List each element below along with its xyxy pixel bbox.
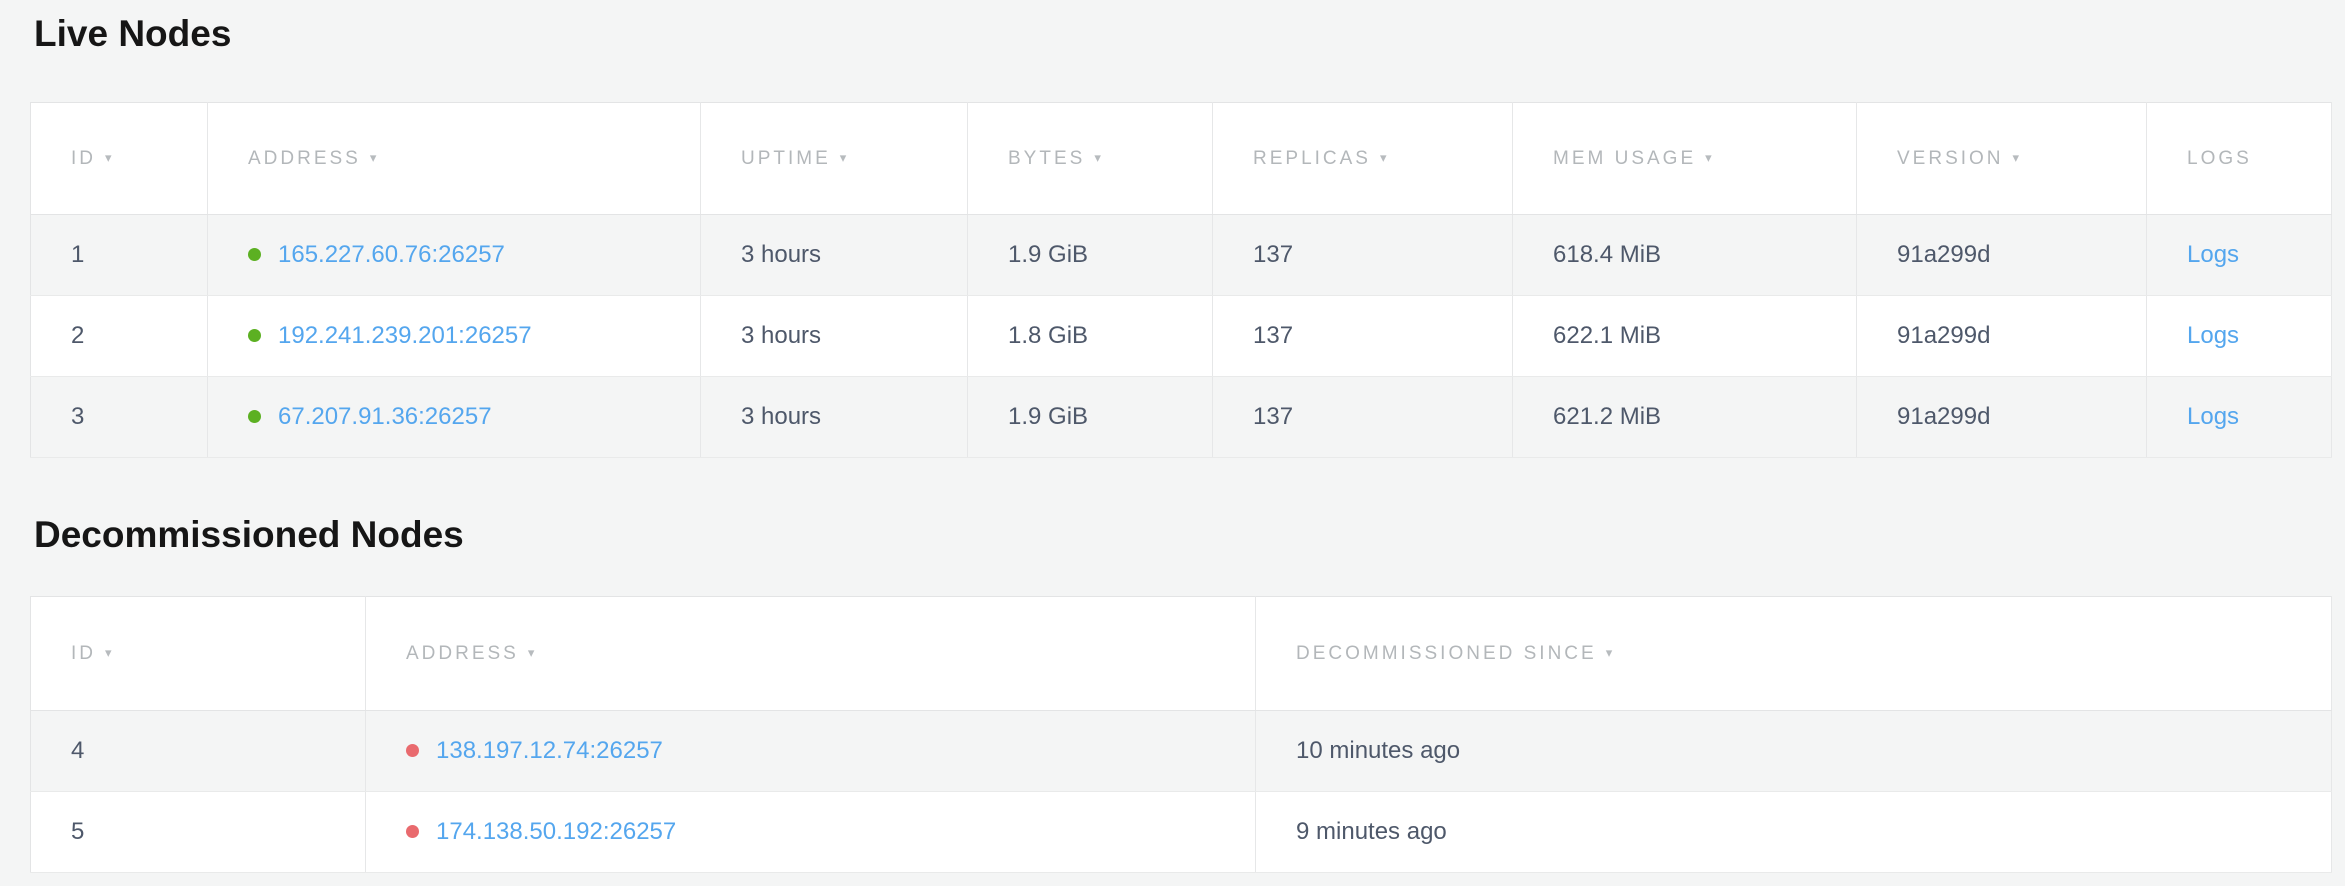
cell-address: 138.197.12.74:26257 — [366, 711, 1256, 792]
cell-node-id: 1 — [31, 215, 208, 296]
decommissioned-nodes-table: ID ▾ ADDRESS ▾ DECOMMISSIONED SINCE ▾ 4 138… — [30, 596, 2332, 873]
cell-node-id: 2 — [31, 296, 208, 377]
column-header-address[interactable]: ADDRESS ▾ — [208, 103, 701, 215]
cell-address: 165.227.60.76:26257 — [208, 215, 701, 296]
cell-version: 91a299d — [1857, 296, 2147, 377]
column-header-replicas[interactable]: REPLICAS ▾ — [1213, 103, 1513, 215]
column-header-label: REPLICAS — [1253, 148, 1371, 169]
sort-arrow-icon: ▾ — [370, 150, 380, 165]
cell-mem-usage: 618.4 MiB — [1513, 215, 1857, 296]
cell-uptime: 3 hours — [701, 296, 968, 377]
decommissioned-header-row: ID ▾ ADDRESS ▾ DECOMMISSIONED SINCE ▾ — [31, 597, 2332, 711]
table-row: 5 174.138.50.192:26257 9 minutes ago — [31, 792, 2332, 873]
table-row: 4 138.197.12.74:26257 10 minutes ago — [31, 711, 2332, 792]
live-nodes-title: Live Nodes — [34, 12, 2345, 56]
nodes-page: Live Nodes ID ▾ ADDRESS ▾ UPTIME ▾ BYTES ▾ R… — [0, 0, 2345, 873]
cell-decommissioned-since: 10 minutes ago — [1256, 711, 2332, 792]
column-header-label: UPTIME — [741, 148, 831, 169]
column-header-bytes[interactable]: BYTES ▾ — [968, 103, 1213, 215]
cell-version: 91a299d — [1857, 215, 2147, 296]
node-address-link[interactable]: 67.207.91.36:26257 — [278, 403, 492, 430]
node-logs-link[interactable]: Logs — [2187, 241, 2239, 268]
sort-arrow-icon: ▾ — [1606, 645, 1616, 660]
cell-logs: Logs — [2147, 215, 2332, 296]
cell-mem-usage: 622.1 MiB — [1513, 296, 1857, 377]
column-header-label: ID — [71, 643, 96, 664]
live-status-dot — [248, 329, 261, 342]
sort-arrow-icon: ▾ — [105, 150, 115, 165]
column-header-id[interactable]: ID ▾ — [31, 597, 366, 711]
sort-arrow-icon: ▾ — [2013, 150, 2023, 165]
node-address-link[interactable]: 174.138.50.192:26257 — [436, 818, 676, 845]
live-nodes-table: ID ▾ ADDRESS ▾ UPTIME ▾ BYTES ▾ REPLICAS ▾ ME… — [30, 102, 2332, 458]
column-header-label: BYTES — [1008, 148, 1085, 169]
live-status-dot — [248, 248, 261, 261]
cell-replicas: 137 — [1213, 215, 1513, 296]
sort-arrow-icon: ▾ — [105, 645, 115, 660]
sort-arrow-icon: ▾ — [1094, 150, 1104, 165]
sort-arrow-icon: ▾ — [840, 150, 850, 165]
node-logs-link[interactable]: Logs — [2187, 403, 2239, 430]
column-header-address[interactable]: ADDRESS ▾ — [366, 597, 1256, 711]
cell-version: 91a299d — [1857, 377, 2147, 458]
column-header-logs: LOGS — [2147, 103, 2332, 215]
column-header-label: MEM USAGE — [1553, 148, 1696, 169]
sort-arrow-icon: ▾ — [528, 645, 538, 660]
cell-uptime: 3 hours — [701, 377, 968, 458]
column-header-uptime[interactable]: UPTIME ▾ — [701, 103, 968, 215]
decommissioned-status-dot — [406, 744, 419, 757]
decommissioned-status-dot — [406, 825, 419, 838]
column-header-version[interactable]: VERSION ▾ — [1857, 103, 2147, 215]
column-header-id[interactable]: ID ▾ — [31, 103, 208, 215]
cell-address: 174.138.50.192:26257 — [366, 792, 1256, 873]
cell-bytes: 1.9 GiB — [968, 377, 1213, 458]
sort-arrow-icon: ▾ — [1705, 150, 1715, 165]
node-address-link[interactable]: 192.241.239.201:26257 — [278, 322, 532, 349]
node-logs-link[interactable]: Logs — [2187, 322, 2239, 349]
column-header-label: VERSION — [1897, 148, 2004, 169]
column-header-label: ADDRESS — [406, 643, 519, 664]
node-address-link[interactable]: 138.197.12.74:26257 — [436, 737, 663, 764]
cell-bytes: 1.9 GiB — [968, 215, 1213, 296]
decommissioned-nodes-title: Decommissioned Nodes — [34, 513, 2345, 557]
column-header-mem-usage[interactable]: MEM USAGE ▾ — [1513, 103, 1857, 215]
cell-mem-usage: 621.2 MiB — [1513, 377, 1857, 458]
cell-address: 67.207.91.36:26257 — [208, 377, 701, 458]
table-row: 2 192.241.239.201:26257 3 hours 1.8 GiB … — [31, 296, 2332, 377]
column-header-label: ID — [71, 148, 96, 169]
live-header-row: ID ▾ ADDRESS ▾ UPTIME ▾ BYTES ▾ REPLICAS ▾ ME… — [31, 103, 2332, 215]
cell-address: 192.241.239.201:26257 — [208, 296, 701, 377]
cell-logs: Logs — [2147, 296, 2332, 377]
column-header-label: ADDRESS — [248, 148, 361, 169]
cell-node-id: 5 — [31, 792, 366, 873]
cell-node-id: 3 — [31, 377, 208, 458]
cell-logs: Logs — [2147, 377, 2332, 458]
column-header-label: LOGS — [2187, 148, 2252, 169]
table-row: 1 165.227.60.76:26257 3 hours 1.9 GiB 13… — [31, 215, 2332, 296]
live-status-dot — [248, 410, 261, 423]
cell-node-id: 4 — [31, 711, 366, 792]
cell-bytes: 1.8 GiB — [968, 296, 1213, 377]
column-header-label: DECOMMISSIONED SINCE — [1296, 643, 1597, 664]
cell-decommissioned-since: 9 minutes ago — [1256, 792, 2332, 873]
node-address-link[interactable]: 165.227.60.76:26257 — [278, 241, 505, 268]
table-row: 3 67.207.91.36:26257 3 hours 1.9 GiB 137… — [31, 377, 2332, 458]
cell-uptime: 3 hours — [701, 215, 968, 296]
sort-arrow-icon: ▾ — [1380, 150, 1390, 165]
cell-replicas: 137 — [1213, 377, 1513, 458]
cell-replicas: 137 — [1213, 296, 1513, 377]
column-header-decommissioned-since[interactable]: DECOMMISSIONED SINCE ▾ — [1256, 597, 2332, 711]
